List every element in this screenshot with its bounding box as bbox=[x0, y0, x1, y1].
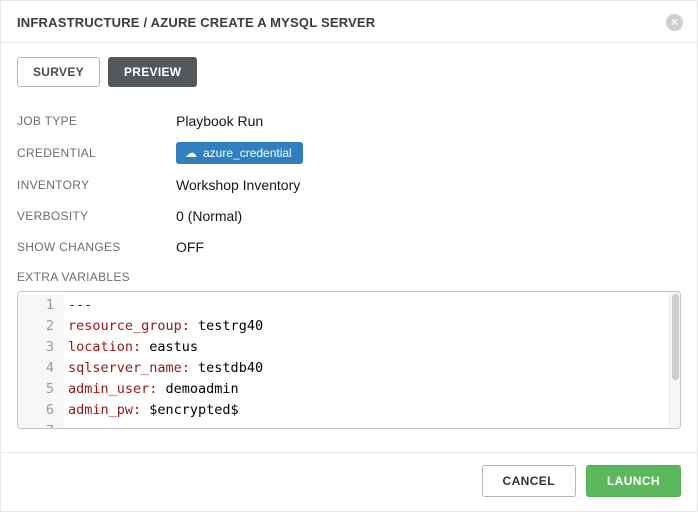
verbosity-value: 0 (Normal) bbox=[176, 208, 242, 224]
line-number: 5 bbox=[18, 379, 64, 400]
extra-variables-editor[interactable]: 1 --- 2 resource_group: testrg40 3 locat… bbox=[17, 291, 681, 429]
yaml-key: resource_group: bbox=[68, 318, 190, 334]
yaml-key: admin_pw: bbox=[68, 402, 141, 418]
scrollbar-thumb[interactable] bbox=[672, 294, 679, 380]
inventory-value: Workshop Inventory bbox=[176, 177, 300, 193]
detail-row-inventory: INVENTORY Workshop Inventory bbox=[17, 175, 681, 195]
detail-row-job-type: JOB TYPE Playbook Run bbox=[17, 111, 681, 131]
yaml-key: location: bbox=[68, 339, 141, 355]
show-changes-label: SHOW CHANGES bbox=[17, 240, 176, 254]
dialog-body: SURVEY PREVIEW JOB TYPE Playbook Run CRE… bbox=[1, 43, 697, 452]
details-list: JOB TYPE Playbook Run CREDENTIAL ☁ azure… bbox=[17, 111, 681, 257]
yaml-value: $encrypted$ bbox=[141, 402, 239, 418]
yaml-doc-separator: --- bbox=[68, 297, 92, 313]
yaml-value: eastus bbox=[141, 339, 198, 355]
credential-name: azure_credential bbox=[203, 146, 292, 160]
yaml-key: sqlserver_name: bbox=[68, 360, 190, 376]
detail-row-credential: CREDENTIAL ☁ azure_credential bbox=[17, 142, 681, 164]
launch-dialog: INFRASTRUCTURE / AZURE CREATE A MYSQL SE… bbox=[0, 0, 698, 512]
code-line: 1 --- bbox=[18, 295, 680, 316]
job-type-value: Playbook Run bbox=[176, 113, 263, 129]
tab-survey[interactable]: SURVEY bbox=[17, 57, 100, 87]
line-number: 2 bbox=[18, 316, 64, 337]
show-changes-value: OFF bbox=[176, 239, 204, 255]
credential-label: CREDENTIAL bbox=[17, 146, 176, 160]
tab-bar: SURVEY PREVIEW bbox=[17, 57, 681, 87]
code-line: 4 sqlserver_name: testdb40 bbox=[18, 358, 680, 379]
code-line: 5 admin_user: demoadmin bbox=[18, 379, 680, 400]
yaml-value: testrg40 bbox=[190, 318, 263, 334]
yaml-value: demoadmin bbox=[157, 381, 238, 397]
verbosity-label: VERBOSITY bbox=[17, 209, 176, 223]
editor-scrollbar[interactable] bbox=[669, 292, 680, 428]
line-number: 1 bbox=[18, 295, 64, 316]
detail-row-verbosity: VERBOSITY 0 (Normal) bbox=[17, 206, 681, 226]
extra-variables-label: EXTRA VARIABLES bbox=[17, 270, 681, 284]
cloud-icon: ☁ bbox=[185, 147, 197, 159]
yaml-key: admin_user: bbox=[68, 381, 157, 397]
line-number: 3 bbox=[18, 337, 64, 358]
dialog-header: INFRASTRUCTURE / AZURE CREATE A MYSQL SE… bbox=[1, 1, 697, 43]
line-number: 4 bbox=[18, 358, 64, 379]
page-title: INFRASTRUCTURE / AZURE CREATE A MYSQL SE… bbox=[17, 15, 375, 30]
code-line: 3 location: eastus bbox=[18, 337, 680, 358]
tab-preview[interactable]: PREVIEW bbox=[108, 57, 197, 87]
close-icon[interactable]: × bbox=[666, 14, 683, 31]
code-line: 7 bbox=[18, 421, 680, 429]
launch-button[interactable]: LAUNCH bbox=[586, 465, 681, 497]
line-number: 6 bbox=[18, 400, 64, 421]
cancel-button[interactable]: CANCEL bbox=[482, 465, 576, 497]
dialog-footer: CANCEL LAUNCH bbox=[1, 452, 697, 511]
code-line: 2 resource_group: testrg40 bbox=[18, 316, 680, 337]
yaml-value: testdb40 bbox=[190, 360, 263, 376]
code-line: 6 admin_pw: $encrypted$ bbox=[18, 400, 680, 421]
job-type-label: JOB TYPE bbox=[17, 114, 176, 128]
detail-row-show-changes: SHOW CHANGES OFF bbox=[17, 237, 681, 257]
inventory-label: INVENTORY bbox=[17, 178, 176, 192]
credential-badge: ☁ azure_credential bbox=[176, 142, 303, 164]
line-number: 7 bbox=[18, 421, 64, 429]
